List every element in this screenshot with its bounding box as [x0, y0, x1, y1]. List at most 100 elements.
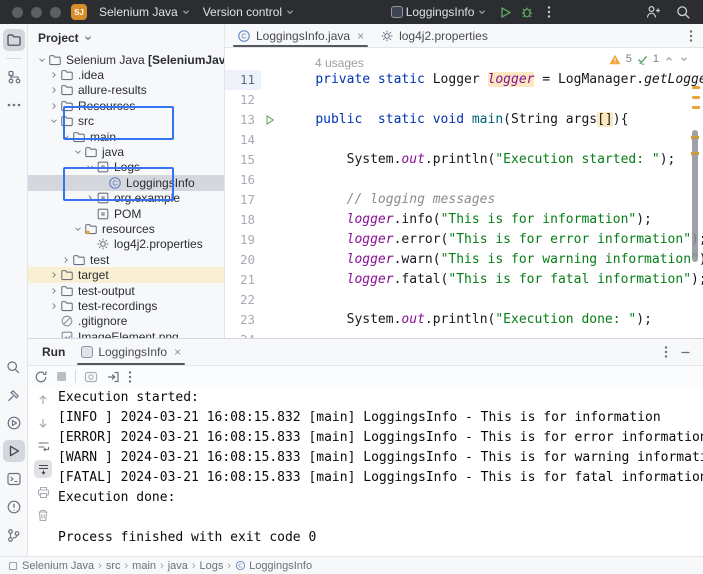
code-editor[interactable]: 4 usages 5 1 11 private static Logger lo… — [225, 48, 703, 338]
tree-item-selenium-java[interactable]: Selenium Java [SeleniumJava]~/IdeaProjec — [28, 52, 224, 67]
more-actions-button[interactable] — [539, 2, 559, 22]
code-line-20[interactable]: 20 logger.warn("This is for warning info… — [225, 250, 703, 270]
breadcrumb-item-java[interactable]: java — [168, 560, 188, 572]
code-line-12[interactable]: 12 — [225, 90, 703, 110]
stop-icon[interactable] — [56, 371, 67, 382]
breadcrumb-item-selenium-java[interactable]: Selenium Java — [22, 560, 94, 572]
close-icon[interactable]: × — [357, 29, 364, 43]
git-tool-button[interactable] — [3, 524, 25, 546]
tree-item-resources[interactable]: resources — [28, 221, 224, 236]
tree-item-imageelement-png[interactable]: ImageElement.png — [28, 329, 224, 338]
code-line-24[interactable]: 24 — [225, 330, 703, 338]
code-line-13[interactable]: 13 public static void main(String args[]… — [225, 110, 703, 130]
breadcrumb-item-main[interactable]: main — [132, 560, 156, 572]
close-icon[interactable]: × — [174, 345, 181, 359]
tree-item-test[interactable]: test — [28, 252, 224, 267]
clear-console-button[interactable] — [34, 506, 52, 524]
code-line-15[interactable]: 15 System.out.println("Execution started… — [225, 150, 703, 170]
scroll-to-end-button[interactable] — [34, 460, 52, 478]
more-icon — [7, 103, 21, 107]
folder-icon — [60, 268, 74, 282]
find-tool-button[interactable] — [3, 356, 25, 378]
chevron-down-icon — [61, 132, 71, 142]
tree-item-java[interactable]: java — [28, 144, 224, 159]
toolbar-divider — [75, 370, 76, 383]
code-line-17[interactable]: 17 // logging messages — [225, 190, 703, 210]
run-tool-button[interactable] — [3, 440, 25, 462]
run-panel-title[interactable]: Run — [34, 339, 73, 365]
rerun-icon[interactable] — [34, 370, 48, 384]
editor-scrollbar[interactable] — [692, 130, 698, 262]
code-line-21[interactable]: 21 logger.fatal("This is for fatal infor… — [225, 270, 703, 290]
tree-item-main[interactable]: main — [28, 129, 224, 144]
folder-icon — [60, 99, 74, 113]
services-tool-button[interactable] — [3, 412, 25, 434]
project-menu[interactable]: Selenium Java — [93, 2, 197, 22]
run-button[interactable] — [495, 2, 515, 22]
tree-item-org-example[interactable]: org.example — [28, 191, 224, 206]
breadcrumb-item-src[interactable]: src — [106, 560, 121, 572]
run-tab[interactable]: LoggingsInfo × — [73, 339, 189, 365]
tree-item-loggingsinfo[interactable]: CLoggingsInfo — [28, 175, 224, 190]
kebab-menu-icon[interactable] — [128, 370, 132, 384]
tree-item-pom[interactable]: POM — [28, 206, 224, 221]
code-line-16[interactable]: 16 — [225, 170, 703, 190]
vcs-menu[interactable]: Version control — [197, 2, 301, 22]
debug-button[interactable] — [517, 2, 537, 22]
folder-icon — [72, 130, 86, 144]
tab-options-button[interactable] — [679, 24, 703, 47]
tree-item-test-output[interactable]: test-output — [28, 283, 224, 298]
tree-item-test-recordings[interactable]: test-recordings — [28, 298, 224, 313]
code-line-19[interactable]: 19 logger.error("This is for error infor… — [225, 230, 703, 250]
capture-icon[interactable] — [84, 370, 98, 384]
window-controls[interactable] — [12, 7, 61, 18]
tree-item-allure-results[interactable]: allure-results — [28, 83, 224, 98]
tree-item-gitignore[interactable]: .gitignore — [28, 314, 224, 329]
code-line-23[interactable]: 23 System.out.println("Execution done: "… — [225, 310, 703, 330]
search-everywhere-button[interactable] — [673, 2, 693, 22]
breadcrumb-item-logs[interactable]: Logs — [200, 560, 224, 572]
tree-item-logs[interactable]: Logs — [28, 160, 224, 175]
project-tool-button[interactable] — [3, 29, 25, 51]
close-window-button[interactable] — [12, 7, 23, 18]
code-with-me-button[interactable] — [643, 2, 663, 22]
run-console-output[interactable]: Execution started: [INFO ] 2024-03-21 16… — [58, 387, 703, 556]
tree-item-idea[interactable]: .idea — [28, 67, 224, 82]
tree-item-src[interactable]: src — [28, 114, 224, 129]
code-line-14[interactable]: 14 — [225, 130, 703, 150]
minimize-icon[interactable] — [680, 347, 691, 358]
problems-tool-button[interactable] — [3, 496, 25, 518]
minimize-window-button[interactable] — [31, 7, 42, 18]
editor-tab-bar: CLoggingsInfo.java×log4j2.properties — [225, 24, 703, 48]
structure-tool-button[interactable] — [3, 66, 25, 88]
editor-tab-log4j2-properties[interactable]: log4j2.properties — [372, 24, 496, 47]
chevron-down-icon[interactable] — [679, 54, 689, 64]
chevron-up-icon[interactable] — [664, 54, 674, 64]
soft-wrap-button[interactable] — [34, 437, 52, 455]
tree-item-log4j2-properties[interactable]: log4j2.properties — [28, 237, 224, 252]
tree-item-resources[interactable]: Resources — [28, 98, 224, 113]
chevron-down-icon[interactable] — [83, 33, 93, 43]
jump-to-source-icon[interactable] — [106, 370, 120, 384]
gutter — [261, 170, 279, 190]
editor-tab-loggingsinfo-java[interactable]: CLoggingsInfo.java× — [229, 24, 372, 47]
inspections-widget[interactable]: 5 1 — [609, 53, 689, 65]
more-tool-windows-button[interactable] — [3, 94, 25, 116]
scroll-down-button[interactable] — [34, 414, 52, 432]
terminal-tool-button[interactable] — [3, 468, 25, 490]
print-button[interactable] — [34, 483, 52, 501]
scroll-up-button[interactable] — [34, 391, 52, 409]
svg-text:C: C — [241, 31, 247, 40]
code-line-22[interactable]: 22 — [225, 290, 703, 310]
project-tree: Selenium Java [SeleniumJava]~/IdeaProjec… — [28, 52, 224, 338]
zoom-window-button[interactable] — [50, 7, 61, 18]
tree-item-target[interactable]: target — [28, 267, 224, 282]
run-configuration-selector[interactable]: LoggingsInfo — [385, 2, 494, 22]
kebab-menu-icon[interactable] — [664, 345, 668, 359]
usages-hint[interactable]: 4 usages — [315, 56, 364, 70]
code-line-18[interactable]: 18 logger.info("This is for information"… — [225, 210, 703, 230]
code-line-11[interactable]: 11 private static Logger logger = LogMan… — [225, 70, 703, 90]
build-tool-button[interactable] — [3, 384, 25, 406]
breadcrumb-item-loggingsinfo[interactable]: CLoggingsInfo — [235, 560, 312, 572]
run-gutter-button[interactable] — [261, 110, 279, 130]
